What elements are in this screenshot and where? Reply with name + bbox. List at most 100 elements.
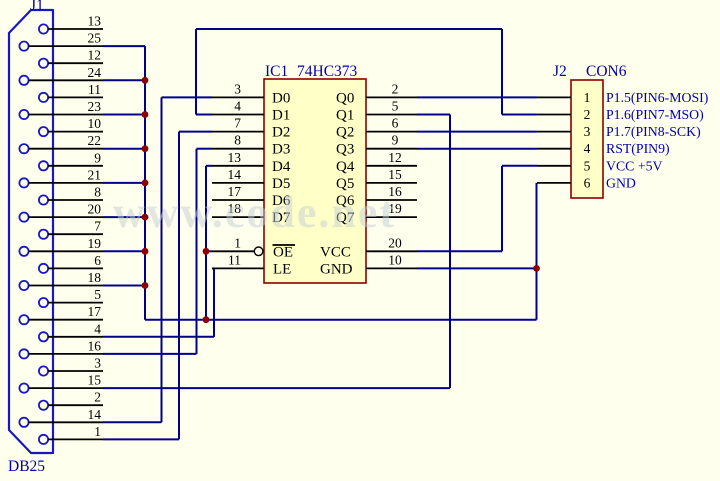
db25-pin-circle bbox=[39, 195, 48, 204]
db25-pin-circle bbox=[39, 24, 48, 33]
j2-signal-label: P1.6(PIN7-MSO) bbox=[606, 107, 704, 123]
ic-input-label: D3 bbox=[272, 142, 290, 158]
ic-power-label: GND bbox=[320, 261, 353, 277]
schematic-page: 1325122411231022921820719618517416315214… bbox=[0, 0, 720, 481]
db25-pin-number: 19 bbox=[88, 236, 102, 251]
j2-pin-number: 3 bbox=[584, 124, 591, 139]
db25-pin-circle bbox=[19, 315, 28, 324]
ic-output-pin-number: 6 bbox=[392, 116, 399, 131]
ic-power-pin-number: 20 bbox=[388, 235, 402, 250]
ic-output-label: Q2 bbox=[336, 125, 354, 141]
db25-pin-circle bbox=[19, 349, 28, 358]
junction-dot bbox=[142, 282, 149, 289]
db25-pin-circle bbox=[39, 127, 48, 136]
db25-pin-circle bbox=[19, 42, 28, 51]
ic-ctrl-pin-number: 11 bbox=[228, 252, 241, 267]
db25-pin-number: 12 bbox=[88, 48, 102, 63]
ic-power-label: VCC bbox=[320, 244, 351, 260]
ic-ctrl-label: OE bbox=[273, 244, 293, 260]
db25-pin-number: 16 bbox=[88, 338, 102, 353]
db25-pin-circle bbox=[19, 247, 28, 256]
db25-pin-circle bbox=[19, 213, 28, 222]
j2-part-label: CON6 bbox=[586, 63, 627, 80]
db25-pin-circle bbox=[39, 401, 48, 410]
db25-pin-circle bbox=[19, 110, 28, 119]
db25-pin-number: 17 bbox=[88, 304, 102, 319]
db25-pin-number: 11 bbox=[88, 82, 101, 97]
j2-pin-number: 1 bbox=[584, 90, 591, 105]
schematic-canvas: 1325122411231022921820719618517416315214… bbox=[0, 0, 720, 481]
db25-pin-number: 4 bbox=[94, 321, 101, 336]
db25-pin-circle bbox=[39, 298, 48, 307]
junction-dot bbox=[203, 248, 210, 255]
j2-signal-label: RST(PIN9) bbox=[606, 141, 670, 157]
ic-part-label: 74HC373 bbox=[297, 63, 358, 80]
junction-dot bbox=[142, 145, 149, 152]
ic-output-label: Q0 bbox=[336, 90, 354, 106]
db25-pin-number: 2 bbox=[94, 390, 101, 405]
j2-pin-number: 2 bbox=[584, 107, 591, 122]
db25-pin-circle bbox=[19, 418, 28, 427]
db25-pin-number: 25 bbox=[88, 31, 102, 46]
db25-pin-circle bbox=[39, 264, 48, 273]
j2-pin-number: 4 bbox=[584, 141, 591, 156]
junction-dot bbox=[533, 265, 540, 272]
ic-input-pin-number: 14 bbox=[228, 167, 242, 182]
j1-ref-label: J1 bbox=[30, 0, 44, 14]
ic-input-pin-number: 13 bbox=[228, 150, 242, 165]
db25-pin-number: 22 bbox=[88, 133, 102, 148]
ic-output-pin-number: 2 bbox=[392, 81, 399, 96]
db25-pin-number: 15 bbox=[88, 373, 102, 388]
ic-ctrl-pin-number: 1 bbox=[234, 235, 241, 250]
db25-pin-circle bbox=[19, 281, 28, 290]
ic-output-pin-number: 9 bbox=[392, 133, 399, 148]
ic-input-pin-number: 4 bbox=[234, 99, 241, 114]
ic-ref-label: IC1 bbox=[265, 63, 288, 80]
junction-dot bbox=[142, 111, 149, 118]
junction-dot bbox=[203, 316, 210, 323]
ic-ctrl-label: LE bbox=[273, 261, 291, 277]
db25-pin-circle bbox=[39, 59, 48, 68]
db25-pin-number: 23 bbox=[88, 99, 102, 114]
db25-pin-circle bbox=[39, 93, 48, 102]
db25-pin-number: 13 bbox=[88, 14, 102, 29]
watermark-text: www.code.net bbox=[113, 188, 396, 237]
ic-output-label: Q3 bbox=[336, 142, 354, 158]
db25-label: DB25 bbox=[8, 458, 45, 475]
db25-pin-circle bbox=[39, 332, 48, 341]
db25-pin-circle bbox=[39, 435, 48, 444]
db25-pin-number: 24 bbox=[88, 65, 102, 80]
j2-signal-label: P1.7(PIN8-SCK) bbox=[606, 124, 701, 140]
ic-output-label: Q4 bbox=[336, 159, 355, 175]
ic-input-label: D0 bbox=[272, 90, 290, 106]
j2-ref-label: J2 bbox=[553, 63, 567, 80]
ic-output-pin-number: 15 bbox=[388, 167, 402, 182]
db25-pin-number: 14 bbox=[88, 407, 102, 422]
db25-pin-number: 6 bbox=[94, 253, 101, 268]
oe-inverter-bubble bbox=[254, 247, 263, 256]
db25-pin-number: 7 bbox=[94, 219, 101, 234]
ic-output-label: Q1 bbox=[336, 108, 354, 124]
ic-output-pin-number: 5 bbox=[392, 99, 399, 114]
junction-dot bbox=[142, 77, 149, 84]
ic-power-pin-number: 10 bbox=[388, 252, 402, 267]
ic-input-label: D4 bbox=[272, 159, 291, 175]
db25-pin-circle bbox=[19, 178, 28, 187]
junction-dot bbox=[142, 248, 149, 255]
db25-pin-number: 1 bbox=[94, 424, 101, 439]
db25-pin-number: 8 bbox=[94, 185, 101, 200]
ic-output-pin-number: 12 bbox=[388, 150, 402, 165]
db25-pin-circle bbox=[39, 366, 48, 375]
db25-pin-circle bbox=[19, 76, 28, 85]
j2-signal-label: GND bbox=[606, 175, 636, 190]
junction-dot bbox=[142, 180, 149, 187]
db25-pin-circle bbox=[39, 230, 48, 239]
db25-pin-number: 10 bbox=[88, 116, 102, 131]
j2-pin-number: 5 bbox=[584, 158, 591, 173]
j2-signal-label: P1.5(PIN6-MOSI) bbox=[606, 90, 708, 106]
db25-pin-number: 5 bbox=[94, 287, 101, 302]
ic-input-label: D1 bbox=[272, 108, 290, 124]
db25-pin-number: 18 bbox=[88, 270, 102, 285]
ic-input-pin-number: 7 bbox=[234, 116, 241, 131]
db25-pin-number: 21 bbox=[88, 167, 102, 182]
